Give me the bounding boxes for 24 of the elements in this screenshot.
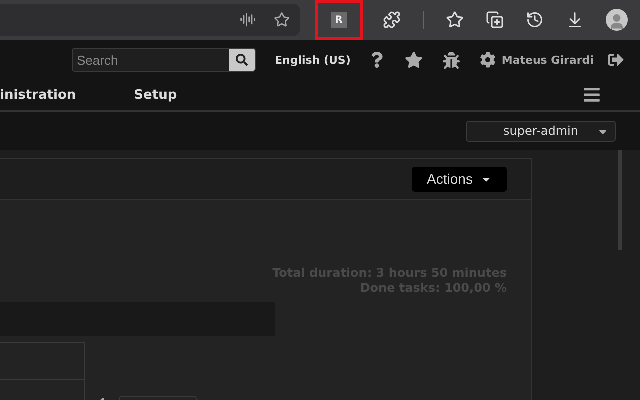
collections-icon[interactable] bbox=[486, 11, 504, 29]
nav-item[interactable]: Setup bbox=[134, 88, 178, 102]
history-icon[interactable] bbox=[526, 11, 544, 29]
read-aloud-icon[interactable] bbox=[240, 12, 256, 28]
actions-button[interactable]: Actions bbox=[412, 166, 507, 192]
language-link[interactable]: English (US) bbox=[275, 54, 351, 66]
user-menu[interactable]: Mateus Girardi bbox=[480, 52, 594, 68]
search-field[interactable]: Search bbox=[72, 48, 256, 72]
nav-item[interactable]: inistration bbox=[0, 88, 76, 102]
download-icon[interactable] bbox=[566, 11, 584, 29]
favorite-add-icon[interactable] bbox=[274, 12, 290, 28]
favorites-icon[interactable] bbox=[446, 11, 464, 29]
gear-icon bbox=[480, 52, 496, 68]
extension-button[interactable]: R bbox=[315, 0, 363, 40]
role-select[interactable]: super-admin bbox=[466, 120, 616, 142]
star-icon[interactable] bbox=[404, 51, 423, 69]
avatar-icon[interactable] bbox=[606, 9, 628, 31]
puzzle-icon[interactable] bbox=[383, 11, 401, 29]
extension-badge: R bbox=[331, 12, 347, 28]
logout-icon[interactable] bbox=[608, 52, 624, 68]
search-icon bbox=[236, 54, 248, 66]
menu-icon[interactable] bbox=[583, 86, 602, 104]
search-button[interactable] bbox=[229, 49, 255, 71]
bug-icon[interactable] bbox=[442, 52, 460, 68]
